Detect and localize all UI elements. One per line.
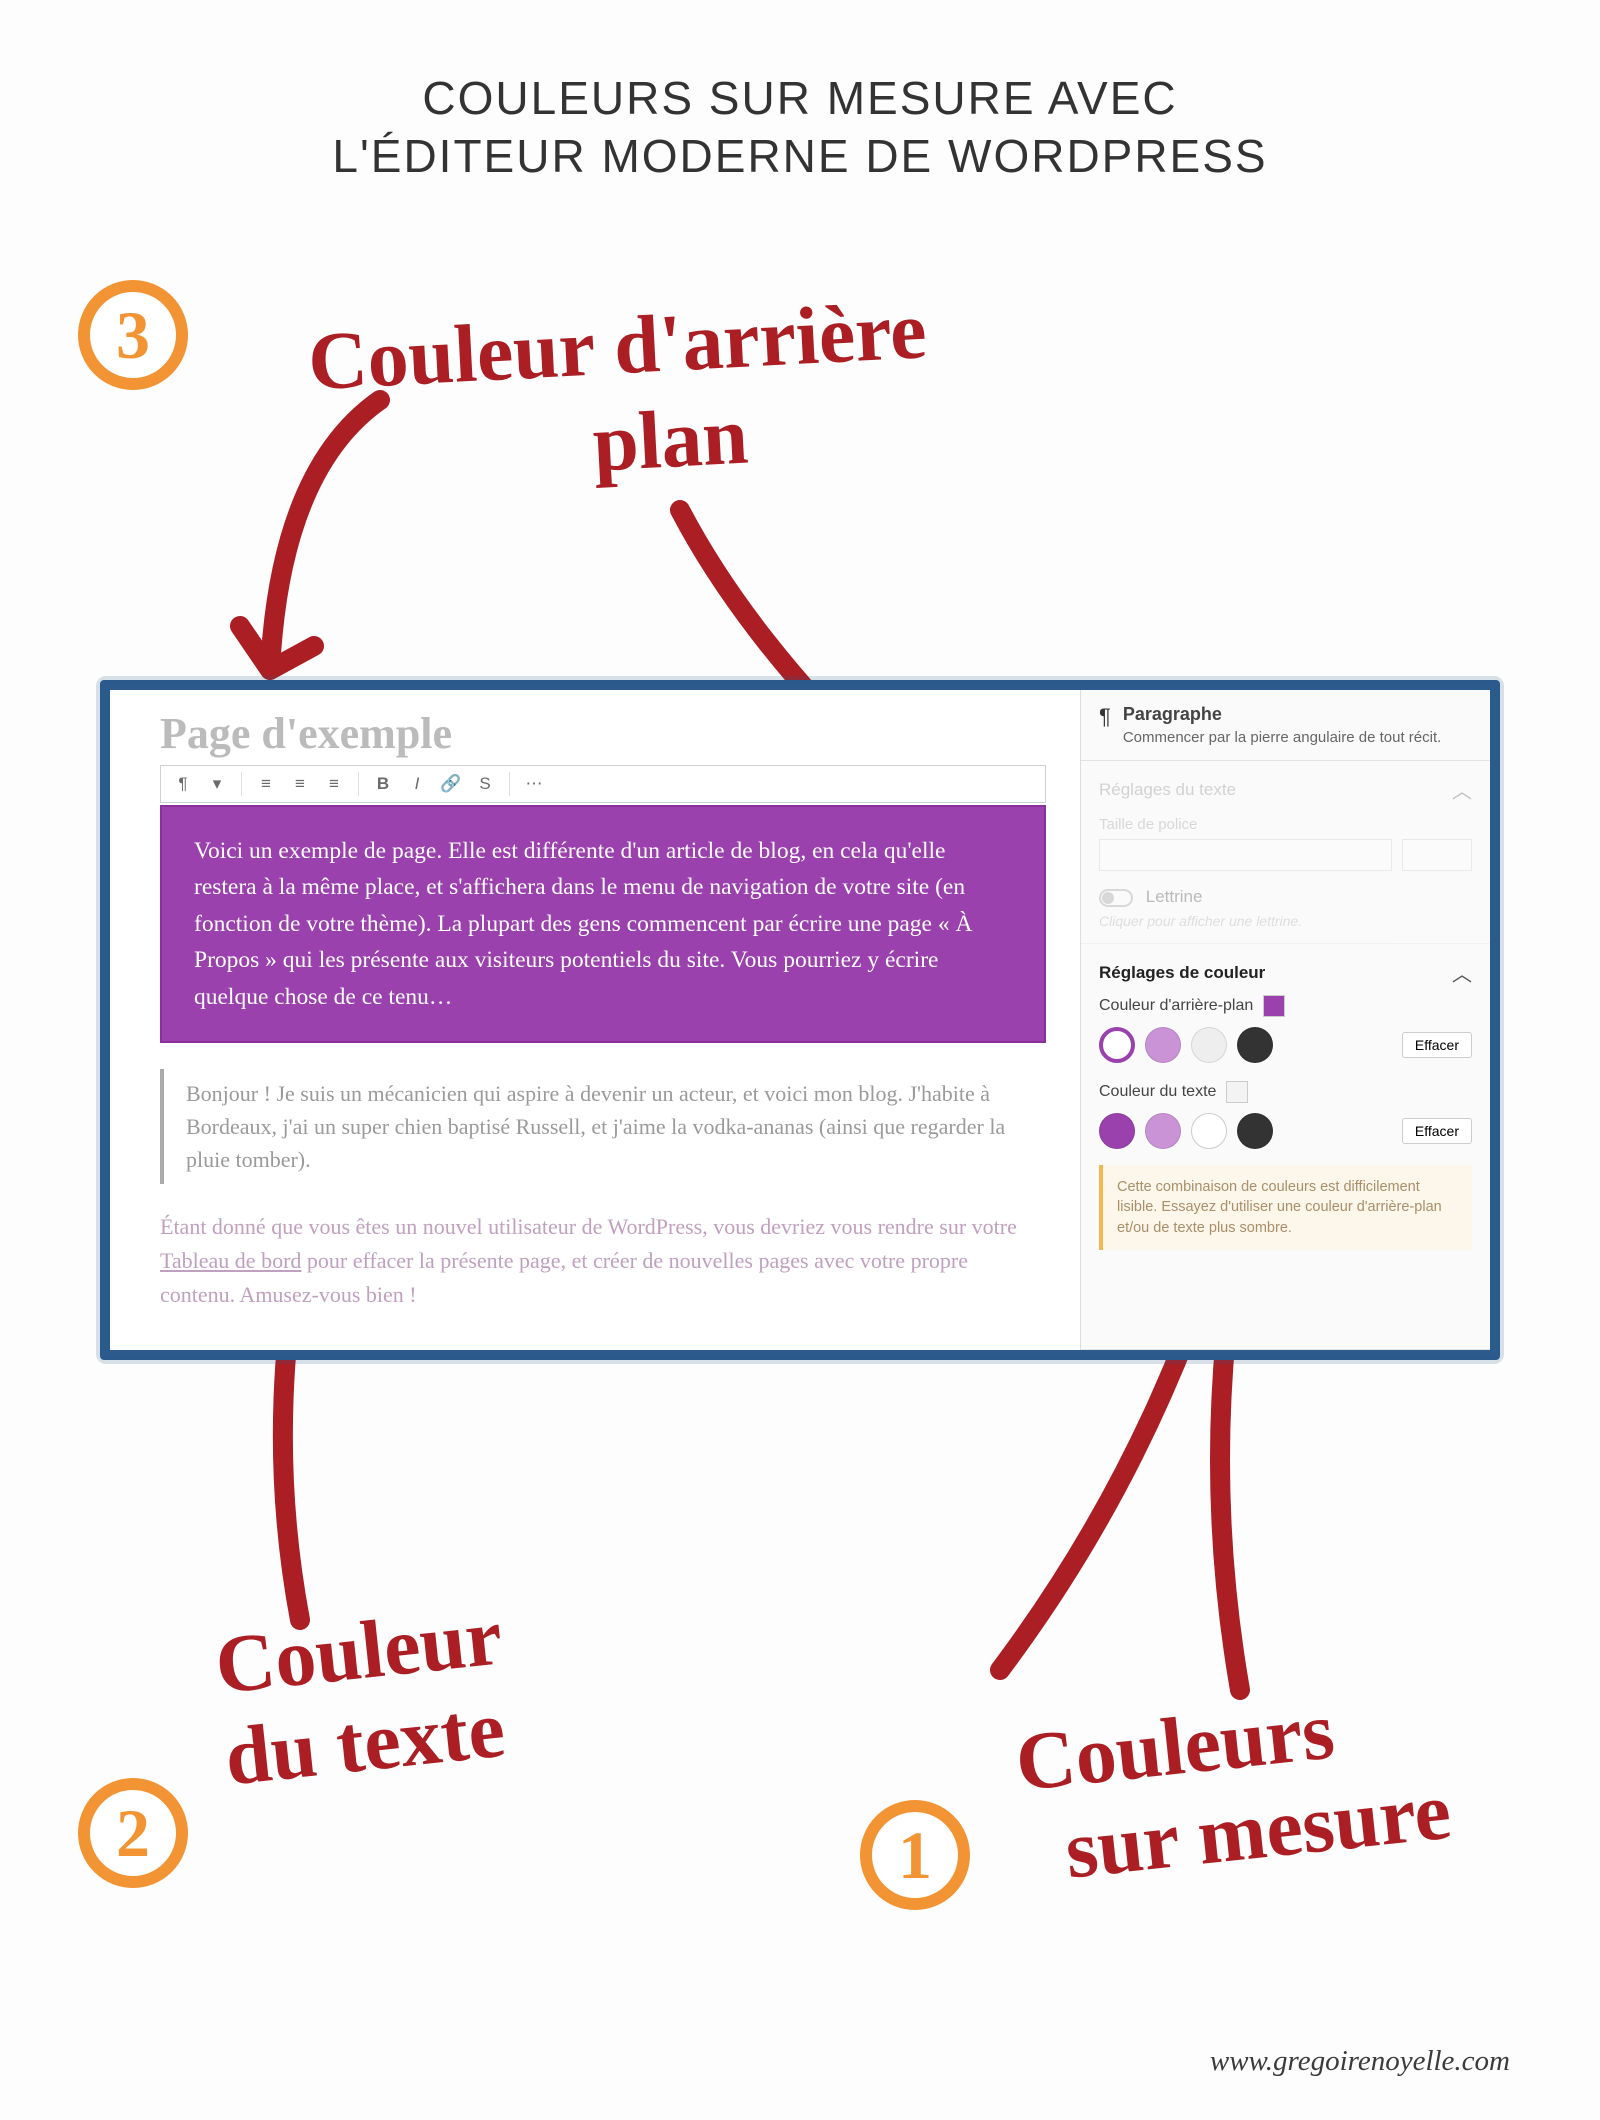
annotation-text: plan: [591, 395, 750, 485]
attribution: www.gregoirenoyelle.com: [1210, 2045, 1510, 2078]
page-root: COULEURS SUR MESURE AVEC L'ÉDITEUR MODER…: [0, 0, 1600, 2120]
text-settings-section[interactable]: Réglages du texte ︿ Taille de police Let…: [1081, 761, 1490, 944]
color-swatch[interactable]: [1237, 1027, 1273, 1063]
block-type-title: Paragraphe: [1123, 704, 1442, 725]
color-settings-accordion[interactable]: Réglages de couleur ︿: [1099, 958, 1472, 987]
editor-main: Page d'exemple ¶ ▾ ≡ ≡ ≡ B I 🔗 S ⋯ Voici…: [110, 690, 1080, 1350]
block-text: Voici un exemple de page. Elle est diffé…: [194, 838, 972, 1010]
step-number: 1: [898, 1816, 932, 1895]
color-swatch[interactable]: [1191, 1113, 1227, 1149]
text-settings-label: Réglages du texte: [1099, 780, 1236, 800]
toolbar-separator: [358, 772, 359, 796]
strike-icon[interactable]: S: [471, 770, 499, 798]
toolbar-separator: [241, 772, 242, 796]
clear-bg-button[interactable]: Effacer: [1402, 1032, 1472, 1058]
color-swatch[interactable]: [1191, 1027, 1227, 1063]
align-right-icon[interactable]: ≡: [320, 770, 348, 798]
editor-window: Page d'exemple ¶ ▾ ≡ ≡ ≡ B I 🔗 S ⋯ Voici…: [100, 680, 1500, 1360]
chevron-up-icon: ︿: [1452, 775, 1472, 804]
color-settings-label: Réglages de couleur: [1099, 963, 1265, 983]
blockquote-block[interactable]: Bonjour ! Je suis un mécanicien qui aspi…: [160, 1069, 1046, 1184]
dropcap-toggle[interactable]: [1099, 889, 1133, 907]
bg-palette: Effacer: [1099, 1027, 1472, 1063]
font-size-input[interactable]: [1402, 839, 1472, 871]
chevron-up-icon: ︿: [1452, 958, 1472, 987]
annotation-bg-color: Couleur d'arrière plan: [306, 259, 1514, 500]
paragraph-text: Étant donné que vous êtes un nouvel util…: [160, 1214, 1017, 1239]
block-info-section: ¶ Paragraphe Commencer par la pierre ang…: [1081, 690, 1490, 761]
paragraph-icon: ¶: [1099, 704, 1111, 730]
main-title: COULEURS SUR MESURE AVEC L'ÉDITEUR MODER…: [0, 0, 1600, 185]
text-color-label: Couleur du texte: [1099, 1083, 1216, 1101]
paragraph-block[interactable]: Étant donné que vous êtes un nouvel util…: [160, 1210, 1046, 1312]
clear-text-button[interactable]: Effacer: [1402, 1118, 1472, 1144]
toolbar-separator: [509, 772, 510, 796]
dropcap-hint: Cliquer pour afficher une lettrine.: [1099, 913, 1472, 929]
bold-icon[interactable]: B: [369, 770, 397, 798]
editor-sidebar: ¶ Paragraphe Commencer par la pierre ang…: [1080, 690, 1490, 1350]
block-toolbar: ¶ ▾ ≡ ≡ ≡ B I 🔗 S ⋯: [160, 765, 1046, 803]
color-swatch[interactable]: [1237, 1113, 1273, 1149]
text-palette: Effacer: [1099, 1113, 1472, 1149]
align-center-icon[interactable]: ≡: [286, 770, 314, 798]
chevron-down-icon[interactable]: ▾: [203, 770, 231, 798]
title-line-2: L'ÉDITEUR MODERNE DE WORDPRESS: [0, 128, 1600, 186]
step-number: 3: [116, 296, 150, 375]
bg-color-swatch[interactable]: [1263, 995, 1285, 1017]
color-swatch[interactable]: [1099, 1113, 1135, 1149]
annotation-custom-colors: Couleurs sur mesure: [1012, 1678, 1454, 1896]
warning-text: Cette combinaison de couleurs est diffic…: [1117, 1179, 1442, 1236]
annotation-text: du texte: [221, 1688, 508, 1799]
page-title[interactable]: Page d'exemple: [160, 708, 1046, 759]
blockquote-text: Bonjour ! Je suis un mécanicien qui aspi…: [186, 1081, 1005, 1172]
color-settings-section: Réglages de couleur ︿ Couleur d'arrière-…: [1081, 944, 1490, 1350]
annotation-text: Couleur d'arrière: [306, 284, 929, 407]
step-badge-1: 1: [860, 1800, 970, 1910]
title-line-1: COULEURS SUR MESURE AVEC: [0, 70, 1600, 128]
step-badge-2: 2: [78, 1778, 188, 1888]
contrast-warning: Cette combinaison de couleurs est diffic…: [1099, 1165, 1472, 1250]
color-swatch[interactable]: [1145, 1113, 1181, 1149]
italic-icon[interactable]: I: [403, 770, 431, 798]
dashboard-link[interactable]: Tableau de bord: [160, 1248, 301, 1273]
font-size-label: Taille de police: [1099, 816, 1472, 833]
font-size-select[interactable]: [1099, 839, 1392, 871]
text-color-swatch[interactable]: [1226, 1081, 1248, 1103]
link-icon[interactable]: 🔗: [437, 770, 465, 798]
step-badge-3: 3: [78, 280, 188, 390]
block-type-desc: Commencer par la pierre angulaire de tou…: [1123, 729, 1442, 746]
annotation-text-color: Couleur du texte: [212, 1595, 516, 1798]
paragraph-icon[interactable]: ¶: [169, 770, 197, 798]
more-icon[interactable]: ⋯: [520, 770, 548, 798]
color-swatch[interactable]: [1145, 1027, 1181, 1063]
bg-color-label: Couleur d'arrière-plan: [1099, 997, 1253, 1015]
selected-paragraph-block[interactable]: Voici un exemple de page. Elle est diffé…: [160, 805, 1046, 1043]
dropcap-label: Lettrine: [1146, 887, 1203, 906]
step-number: 2: [116, 1794, 150, 1873]
color-swatch-selected[interactable]: [1099, 1027, 1135, 1063]
align-left-icon[interactable]: ≡: [252, 770, 280, 798]
